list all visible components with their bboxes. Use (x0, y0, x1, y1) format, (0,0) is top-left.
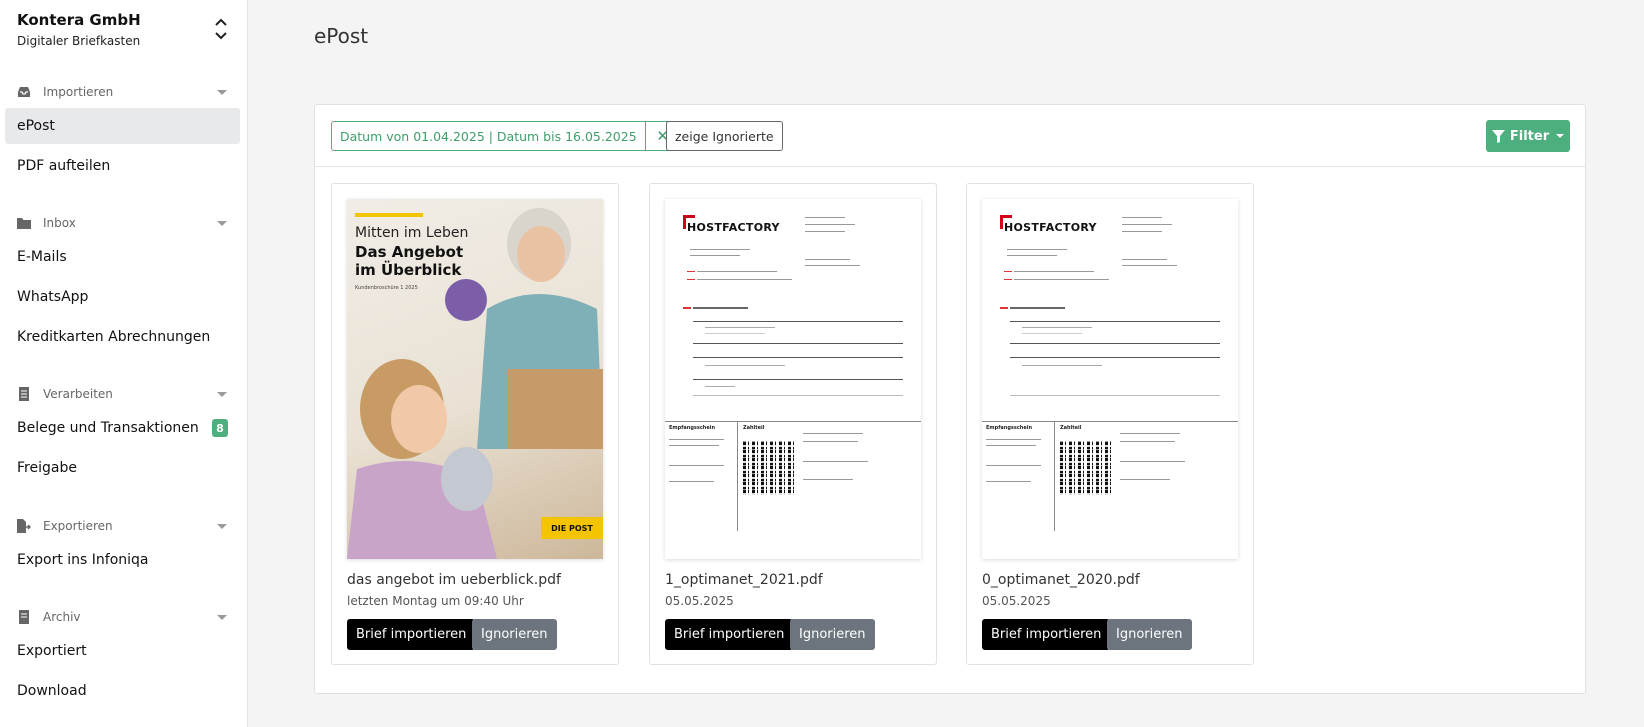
file-export-icon (17, 519, 31, 533)
brochure-small: Kundenbroschüre 1 2025 (355, 285, 418, 291)
documents-panel: Datum von 01.04.2025 | Datum bis 16.05.2… (314, 104, 1586, 694)
inbox-tray-icon (17, 85, 31, 99)
sidebar-item-label: PDF aufteilen (17, 158, 111, 174)
qr-code (743, 441, 797, 495)
archive-icon (17, 610, 31, 624)
section-label: Verarbeiten (43, 387, 113, 401)
brochure-line1: Mitten im Leben (355, 225, 469, 241)
document-card: HOSTFACTORY (966, 183, 1254, 665)
funnel-icon (1491, 129, 1505, 143)
page-title: ePost (314, 24, 369, 48)
sidebar-item-label: Kreditkarten Abrechnungen (17, 329, 211, 345)
sidebar-item-e-mails[interactable]: E-Mails (5, 239, 240, 275)
import-letter-button[interactable]: Brief importieren (665, 619, 794, 650)
filter-button-label: Filter (1509, 128, 1550, 144)
receipt-title: Empfangsschein (669, 425, 716, 431)
brochure-headline: Das Angebot im Überblick (355, 243, 464, 279)
hostfactory-logo: HOSTFACTORY (1004, 221, 1097, 234)
caret-down-icon (217, 220, 227, 226)
chevron-up-down-icon[interactable] (213, 14, 229, 44)
document-date: 05.05.2025 (982, 594, 1051, 608)
import-letter-button[interactable]: Brief importieren (982, 619, 1111, 650)
qr-code (1060, 441, 1114, 495)
date-filter-label: Datum von 01.04.2025 | Datum bis 16.05.2… (332, 122, 646, 150)
promo-circle (445, 279, 487, 321)
ignore-button[interactable]: Ignorieren (1107, 619, 1192, 650)
document-card: Mitten im Leben Das Angebot im Überblick… (331, 183, 619, 665)
count-badge: 8 (212, 419, 228, 437)
sidebar-item-belege[interactable]: Belege und Transaktionen 8 (5, 410, 240, 446)
sidebar-item-whatsapp[interactable]: WhatsApp (5, 279, 240, 315)
document-filename: das angebot im ueberblick.pdf (347, 572, 561, 588)
org-subtitle: Digitaler Briefkasten (17, 34, 141, 48)
section-archiv[interactable]: Archiv (17, 607, 227, 627)
sidebar-item-label: Exportiert (17, 643, 87, 659)
caret-down-icon (217, 391, 227, 397)
folder-icon (17, 216, 31, 230)
sidebar-item-exportiert[interactable]: Exportiert (5, 633, 240, 669)
sidebar-item-label: WhatsApp (17, 289, 89, 305)
girl-illustration (347, 359, 497, 559)
document-date: 05.05.2025 (665, 594, 734, 608)
sidebar-item-download[interactable]: Download (5, 673, 240, 709)
payment-title: Zahlteil (1060, 425, 1082, 431)
section-label: Exportieren (43, 519, 113, 533)
document-filename: 1_optimanet_2021.pdf (665, 572, 823, 588)
filter-button[interactable]: Filter (1486, 120, 1570, 152)
sidebar-item-label: E-Mails (17, 249, 67, 265)
document-thumbnail[interactable]: Mitten im Leben Das Angebot im Überblick… (347, 199, 603, 559)
die-post-logo: DIE POST (541, 517, 603, 539)
sidebar-item-export-infoniqa[interactable]: Export ins Infoniqa (5, 542, 240, 578)
caret-down-icon (217, 614, 227, 620)
hostfactory-logo: HOSTFACTORY (687, 221, 780, 234)
caret-down-icon (217, 523, 227, 529)
sidebar-item-label: Freigabe (17, 460, 77, 476)
document-thumbnail[interactable]: HOSTFACTORY Empfangsschein Zahlteil (982, 199, 1238, 559)
section-label: Archiv (43, 610, 81, 624)
org-name: Kontera GmbH (17, 11, 141, 29)
show-ignored-button[interactable]: zeige Ignorierte (666, 121, 783, 151)
section-importieren[interactable]: Importieren (17, 82, 227, 102)
document-card: HOSTFACTORY (649, 183, 937, 665)
document-thumbnail[interactable]: HOSTFACTORY Empfangsschein Zahlteil (665, 199, 921, 559)
section-inbox[interactable]: Inbox (17, 213, 227, 233)
ignore-button[interactable]: Ignorieren (472, 619, 557, 650)
payment-title: Zahlteil (743, 425, 765, 431)
receipt-title: Empfangsschein (986, 425, 1033, 431)
ignore-button[interactable]: Ignorieren (790, 619, 875, 650)
sidebar-item-pdf-aufteilen[interactable]: PDF aufteilen (5, 148, 240, 184)
sidebar-item-epost[interactable]: ePost (5, 108, 240, 144)
date-filter-chip[interactable]: Datum von 01.04.2025 | Datum bis 16.05.2… (331, 121, 681, 151)
sidebar-item-label: ePost (17, 118, 55, 134)
section-label: Importieren (43, 85, 114, 99)
sidebar-item-label: Belege und Transaktionen (17, 420, 199, 436)
import-letter-button[interactable]: Brief importieren (347, 619, 476, 650)
sidebar-item-kreditkarten[interactable]: Kreditkarten Abrechnungen (5, 319, 240, 355)
sidebar-item-freigabe[interactable]: Freigabe (5, 450, 240, 486)
section-verarbeiten[interactable]: Verarbeiten (17, 384, 227, 404)
section-label: Inbox (43, 216, 76, 230)
section-exportieren[interactable]: Exportieren (17, 516, 227, 536)
caret-down-icon (217, 89, 227, 95)
sidebar-item-label: Download (17, 683, 87, 699)
sidebar-item-label: Export ins Infoniqa (17, 552, 149, 568)
receipt-icon (17, 387, 31, 401)
filter-toolbar: Datum von 01.04.2025 | Datum bis 16.05.2… (315, 105, 1585, 167)
sidebar: Kontera GmbH Digitaler Briefkasten Impor… (0, 0, 248, 727)
caret-down-icon (1556, 134, 1565, 138)
org-switcher[interactable]: Kontera GmbH Digitaler Briefkasten (17, 10, 237, 54)
document-filename: 0_optimanet_2020.pdf (982, 572, 1140, 588)
document-date: letzten Montag um 09:40 Uhr (347, 594, 524, 608)
